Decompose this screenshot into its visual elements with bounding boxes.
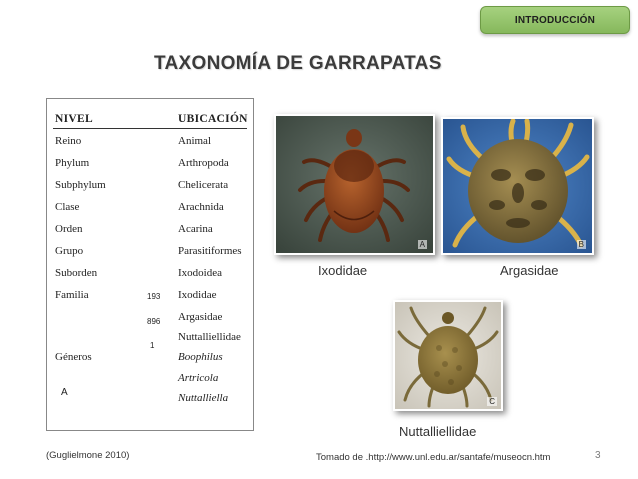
table-header-level: NIVEL [55, 113, 93, 125]
row-level: Clase [55, 201, 80, 213]
row-location: Ixodoidea [178, 267, 222, 279]
table-corner-label: A [61, 387, 68, 398]
row-location: Boophilus [178, 351, 223, 363]
source-text: Tomado de .http://www.unl.edu.ar/santafe… [316, 452, 551, 463]
table-row: 896 Argasidae [47, 311, 253, 327]
row-location: Parasitiformes [178, 245, 242, 257]
slide-title: TAXONOMÍA DE GARRAPATAS [154, 53, 442, 74]
row-location: Chelicerata [178, 179, 229, 191]
photo-corner-label: B [576, 240, 586, 249]
row-level: Subphylum [55, 179, 106, 191]
row-location: Nuttalliellidae [178, 331, 241, 343]
section-badge: INTRODUCCIÓN [480, 6, 630, 34]
row-level: Grupo [55, 245, 84, 257]
row-level: Reino [55, 135, 82, 147]
row-species-count: 193 [147, 292, 161, 301]
caption-ixodidae: Ixodidae [318, 263, 368, 278]
row-species-count: 896 [147, 317, 161, 326]
nuttalliellidae-tick-image [395, 302, 501, 409]
row-level: Familia [55, 289, 89, 301]
table-header-location: UBICACIÓN [178, 113, 248, 125]
table-header-rule [53, 128, 247, 129]
caption-argasidae: Argasidae [500, 263, 559, 278]
row-location: Animal [178, 135, 211, 147]
table-row: Familia 193 Ixodidae [47, 289, 253, 305]
photo-corner-label: A [417, 240, 427, 249]
table-row: Subphylum Chelicerata [47, 179, 253, 195]
table-row: Clase Arachnida [47, 201, 253, 217]
row-location: Arachnida [178, 201, 224, 213]
nuttalliellidae-photo: C [393, 300, 503, 411]
row-level: Orden [55, 223, 83, 235]
page-number: 3 [595, 450, 601, 461]
row-location: Artricola [178, 372, 219, 384]
row-level: Suborden [55, 267, 98, 279]
row-location: Nuttalliella [178, 392, 229, 404]
table-row: Géneros Boophilus [47, 351, 253, 367]
table-row: Nuttalliella [47, 392, 253, 408]
taxonomy-table: NIVEL UBICACIÓN Reino Animal Phylum Arth… [46, 98, 254, 431]
row-location: Argasidae [178, 311, 223, 323]
table-row: Artricola [47, 372, 253, 388]
row-species-count: 1 [150, 341, 155, 350]
ixodidae-photo: A [274, 114, 435, 255]
citation-text: (Guglielmone 2010) [46, 450, 130, 461]
table-row: Phylum Arthropoda [47, 157, 253, 173]
row-location: Arthropoda [178, 157, 229, 169]
caption-nuttalliellidae: Nuttalliellidae [399, 424, 477, 439]
row-location: Ixodidae [178, 289, 217, 301]
row-level: Phylum [55, 157, 90, 169]
argasidae-photo: B [441, 117, 594, 255]
row-level: Géneros [55, 351, 92, 363]
table-row: Reino Animal [47, 135, 253, 151]
ixodidae-tick-image [276, 116, 433, 253]
table-row: Grupo Parasitiformes [47, 245, 253, 261]
argasidae-tick-image [443, 119, 592, 253]
table-row: 1 Nuttalliellidae [47, 331, 253, 350]
photo-corner-label: C [487, 397, 497, 406]
table-row: Suborden Ixodoidea [47, 267, 253, 283]
row-location: Acarina [178, 223, 213, 235]
table-row: Orden Acarina [47, 223, 253, 239]
